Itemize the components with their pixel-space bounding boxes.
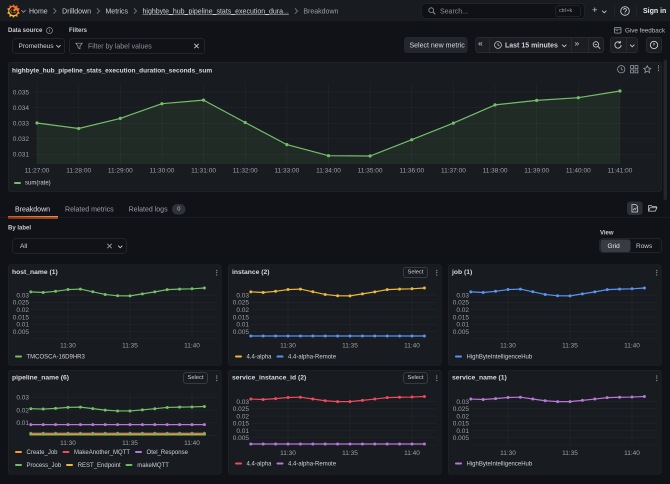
- svg-text:0.02: 0.02: [236, 307, 249, 314]
- svg-text:0.01: 0.01: [456, 428, 469, 435]
- svg-text:11:41:00: 11:41:00: [608, 168, 633, 175]
- svg-text:0.01: 0.01: [236, 322, 249, 329]
- svg-text:11:35:00: 11:35:00: [358, 168, 383, 175]
- svg-text:0.02: 0.02: [16, 307, 29, 314]
- svg-text:11:30: 11:30: [60, 440, 76, 447]
- svg-text:0.02: 0.02: [456, 307, 469, 314]
- svg-text:11:30: 11:30: [60, 342, 76, 349]
- svg-text:0.01: 0.01: [16, 420, 29, 427]
- svg-text:11:30: 11:30: [500, 450, 516, 457]
- svg-text:11:35: 11:35: [342, 450, 358, 457]
- svg-text:11:40: 11:40: [404, 450, 420, 457]
- svg-text:11:35: 11:35: [562, 342, 578, 349]
- svg-text:11:32:00: 11:32:00: [233, 168, 258, 175]
- svg-text:0.03: 0.03: [16, 394, 29, 401]
- svg-text:11:30: 11:30: [280, 450, 296, 457]
- svg-text:11:30: 11:30: [500, 342, 516, 349]
- svg-text:0.015: 0.015: [453, 421, 470, 428]
- svg-text:0.03: 0.03: [16, 292, 29, 299]
- svg-text:0.005: 0.005: [453, 435, 470, 442]
- svg-text:0.005: 0.005: [453, 329, 470, 336]
- svg-text:11:36:00: 11:36:00: [399, 168, 424, 175]
- svg-text:0.031: 0.031: [13, 152, 30, 159]
- svg-text:11:40: 11:40: [184, 342, 200, 349]
- svg-text:0.033: 0.033: [13, 120, 30, 127]
- svg-text:11:37:00: 11:37:00: [441, 168, 466, 175]
- svg-text:11:35: 11:35: [562, 450, 578, 457]
- svg-text:0.005: 0.005: [233, 435, 250, 442]
- svg-text:0.035: 0.035: [13, 89, 30, 96]
- svg-text:0.03: 0.03: [236, 292, 249, 299]
- svg-text:0.02: 0.02: [16, 407, 29, 414]
- svg-text:0.03: 0.03: [456, 292, 469, 299]
- svg-text:11:31:00: 11:31:00: [191, 168, 216, 175]
- svg-text:11:40: 11:40: [404, 342, 420, 349]
- svg-text:11:34:00: 11:34:00: [316, 168, 341, 175]
- svg-text:0.025: 0.025: [233, 300, 250, 307]
- svg-text:11:28:00: 11:28:00: [66, 168, 91, 175]
- svg-text:11:40: 11:40: [184, 440, 200, 447]
- svg-text:0.015: 0.015: [453, 314, 470, 321]
- svg-text:0.015: 0.015: [13, 314, 30, 321]
- svg-text:0.02: 0.02: [456, 413, 469, 420]
- svg-text:11:30:00: 11:30:00: [149, 168, 174, 175]
- svg-text:0.005: 0.005: [233, 329, 250, 336]
- svg-text:0.015: 0.015: [233, 314, 250, 321]
- svg-text:0.02: 0.02: [236, 413, 249, 420]
- svg-text:11:35: 11:35: [342, 342, 358, 349]
- svg-text:11:40: 11:40: [624, 450, 640, 457]
- svg-text:0.005: 0.005: [13, 329, 30, 336]
- svg-text:0.01: 0.01: [236, 428, 249, 435]
- svg-text:11:39:00: 11:39:00: [524, 168, 549, 175]
- svg-text:0.01: 0.01: [16, 322, 29, 329]
- svg-text:0.025: 0.025: [13, 300, 30, 307]
- svg-text:11:33:00: 11:33:00: [274, 168, 299, 175]
- svg-text:11:40:00: 11:40:00: [566, 168, 591, 175]
- svg-text:11:38:00: 11:38:00: [483, 168, 508, 175]
- svg-text:0.025: 0.025: [233, 406, 250, 413]
- svg-text:11:35: 11:35: [122, 440, 138, 447]
- svg-text:11:29:00: 11:29:00: [108, 168, 133, 175]
- svg-text:0.015: 0.015: [233, 421, 250, 428]
- svg-text:0.025: 0.025: [453, 300, 470, 307]
- svg-text:0.025: 0.025: [453, 406, 470, 413]
- svg-text:0.032: 0.032: [13, 136, 30, 143]
- svg-text:0.03: 0.03: [236, 399, 249, 406]
- svg-text:0.034: 0.034: [13, 105, 30, 112]
- svg-text:11:40: 11:40: [624, 342, 640, 349]
- svg-text:11:30: 11:30: [280, 342, 296, 349]
- svg-text:11:35: 11:35: [122, 342, 138, 349]
- svg-text:0.01: 0.01: [456, 322, 469, 329]
- svg-text:11:27:00: 11:27:00: [25, 168, 50, 175]
- svg-text:0.03: 0.03: [456, 399, 469, 406]
